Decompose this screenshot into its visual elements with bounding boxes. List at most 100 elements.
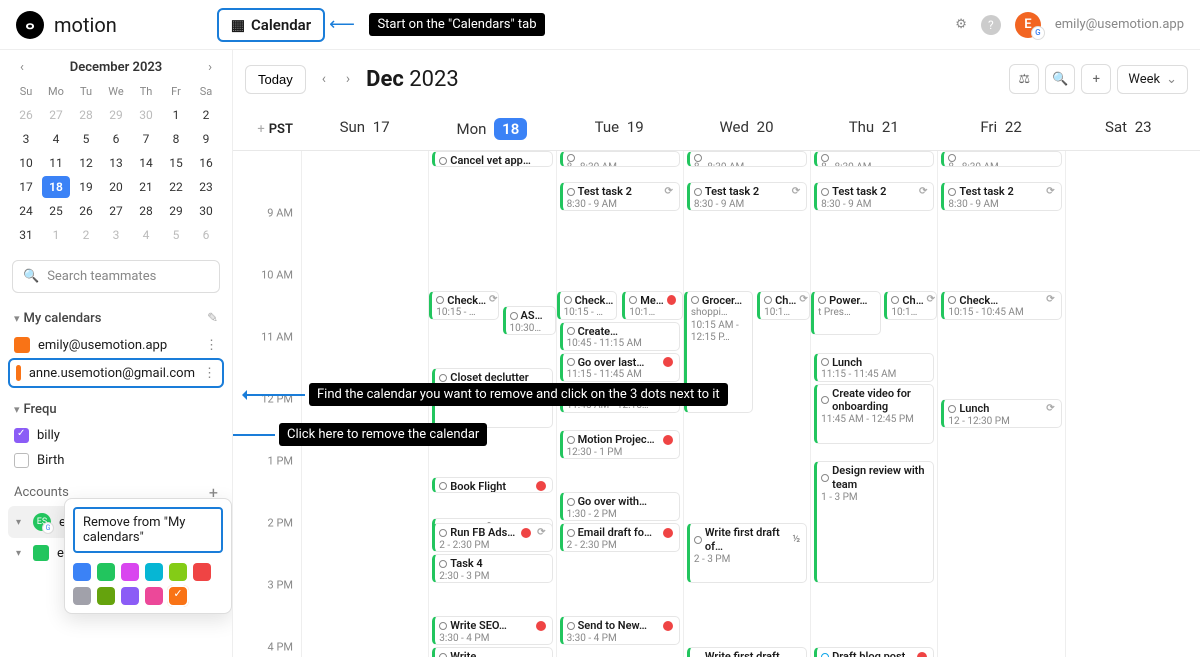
calendar-event[interactable]: Check…⟳10:15 - … (429, 291, 498, 320)
mini-cal-day[interactable]: 11 (42, 152, 70, 174)
calendar-menu-button[interactable]: ⋮ (205, 338, 218, 353)
calendar-event[interactable]: Test task 2⟳8:30 - 9 AM (814, 182, 934, 211)
color-swatch[interactable] (121, 563, 139, 581)
prev-week-button[interactable]: ‹ (318, 67, 330, 91)
view-selector[interactable]: Week ⌄ (1117, 65, 1188, 94)
help-icon[interactable]: ? (981, 15, 1001, 35)
next-week-button[interactable]: › (342, 67, 354, 91)
mini-cal-day[interactable]: 3 (12, 128, 40, 150)
mini-cal-day[interactable]: 24 (12, 200, 40, 222)
mini-cal-day[interactable]: 15 (162, 152, 190, 174)
mini-cal-day[interactable]: 31 (12, 224, 40, 246)
calendar-event[interactable]: Power…t Pres… (811, 291, 880, 336)
freq-item[interactable]: Birth (8, 448, 224, 473)
calendar-event[interactable]: Task 42:30 - 3 PM (432, 554, 552, 583)
filter-button[interactable]: ⚖ (1009, 64, 1039, 94)
section-frequently[interactable]: ▾Frequ (8, 396, 224, 423)
mini-cal-day[interactable]: 2 (72, 224, 100, 246)
calendar-row[interactable]: anne.usemotion@gmail.com⋮ (8, 358, 224, 388)
calendar-event[interactable]: AS…10:30… (503, 306, 556, 335)
search-button[interactable]: 🔍 (1045, 64, 1075, 94)
calendar-event[interactable]: Email draft fo…2 - 2:30 PM (560, 523, 680, 552)
calendar-event[interactable]: Send to New…3:30 - 4 PM (560, 616, 680, 645)
mini-cal-day[interactable]: 18 (42, 176, 70, 198)
mini-cal-day[interactable]: 5 (162, 224, 190, 246)
calendar-event[interactable]: Create video for onboarding11:45 AM - 12… (814, 384, 934, 444)
calendar-event[interactable]: Create…10:45 - 11:15 AM (560, 322, 680, 351)
color-swatch[interactable] (121, 587, 139, 605)
add-button[interactable]: + (1081, 64, 1111, 94)
mini-cal-day[interactable]: 10 (12, 152, 40, 174)
search-input[interactable]: 🔍 Search teammates (12, 260, 220, 293)
mini-cal-day[interactable]: 28 (72, 104, 100, 126)
mini-cal-day[interactable]: 30 (192, 200, 220, 222)
calendar-event[interactable]: Write SEO…3:30 - 4 PM (432, 616, 552, 645)
mini-cal-day[interactable]: 19 (72, 176, 100, 198)
mini-cal-day[interactable]: 3 (102, 224, 130, 246)
mini-cal-day[interactable]: 26 (12, 104, 40, 126)
mini-cal-day[interactable]: 22 (162, 176, 190, 198)
mini-cal-day[interactable]: 2 (192, 104, 220, 126)
gear-icon[interactable]: ⚙ (955, 17, 967, 32)
day-column[interactable]: 8 - 8:30 AM Test task 2⟳8:30 - 9 AM Power…… (810, 151, 937, 657)
calendar-event[interactable]: Motion Projec…12:30 - 1 PM (560, 430, 680, 459)
color-swatch[interactable] (169, 563, 187, 581)
mini-cal-day[interactable]: 1 (162, 104, 190, 126)
mini-cal-day[interactable]: 27 (42, 104, 70, 126)
color-swatch[interactable] (73, 563, 91, 581)
mini-cal-day[interactable]: 25 (42, 200, 70, 222)
calendar-event[interactable]: Write first draft of²⁄₂ (687, 647, 807, 657)
mini-cal-day[interactable]: 9 (192, 128, 220, 150)
mini-cal-prev[interactable]: ‹ (20, 60, 24, 75)
mini-cal-day[interactable]: 28 (132, 200, 160, 222)
calendar-event[interactable]: 8 - 8:30 AM (941, 151, 1061, 167)
calendar-event[interactable]: Test task 2⟳8:30 - 9 AM (560, 182, 680, 211)
freq-item[interactable]: billy (8, 423, 224, 448)
mini-cal-day[interactable]: 6 (192, 224, 220, 246)
calendar-event[interactable]: Write (432, 647, 552, 657)
mini-cal-day[interactable]: 7 (132, 128, 160, 150)
mini-cal-day[interactable]: 4 (42, 128, 70, 150)
calendar-event[interactable]: Test task 2⟳8:30 - 9 AM (687, 182, 807, 211)
calendar-event[interactable]: 8 - 8:30 AM (814, 151, 934, 167)
color-swatch[interactable] (193, 563, 211, 581)
mini-cal-day[interactable]: 17 (12, 176, 40, 198)
mini-cal-day[interactable]: 16 (192, 152, 220, 174)
remove-from-my-calendars[interactable]: Remove from "My calendars" (73, 507, 223, 553)
mini-cal-day[interactable]: 14 (132, 152, 160, 174)
color-swatch[interactable] (73, 587, 91, 605)
calendar-event[interactable]: Design review with team1 - 3 PM (814, 461, 934, 583)
calendar-event[interactable]: Cancel vet app… (432, 151, 552, 167)
mini-cal-day[interactable]: 29 (162, 200, 190, 222)
pencil-icon[interactable]: ✎ (207, 311, 218, 326)
mini-cal-day[interactable]: 4 (132, 224, 160, 246)
calendar-event[interactable]: Go over with…1:30 - 2 PM (560, 492, 680, 521)
calendar-event[interactable]: Go over last…11:15 - 11:45 AM (560, 353, 680, 382)
mini-cal-day[interactable]: 5 (72, 128, 100, 150)
checkbox[interactable] (14, 428, 29, 443)
calendar-event[interactable]: Check…10:15 - … (557, 291, 618, 320)
add-timezone-button[interactable]: + (257, 122, 264, 137)
calendar-event[interactable]: Ch…⟳10:1… (757, 291, 810, 320)
calendar-event[interactable]: Run FB Ads…⟳2 - 2:30 PM (432, 523, 552, 552)
section-my-calendars[interactable]: ▾My calendars ✎ (8, 305, 224, 332)
mini-cal-day[interactable]: 27 (102, 200, 130, 222)
day-column[interactable] (1065, 151, 1192, 657)
checkbox[interactable] (14, 453, 29, 468)
mini-cal-day[interactable]: 6 (102, 128, 130, 150)
calendar-event[interactable]: 8 - 8:30 AM (560, 151, 680, 167)
mini-cal-day[interactable]: 23 (192, 176, 220, 198)
calendar-event[interactable]: Lunch11:15 - 11:45 AM (814, 353, 934, 382)
calendar-event[interactable]: Write first draft of…½2 - 3 PM (687, 523, 807, 583)
calendar-event[interactable]: Book Flight1:15 - 1:15 PM (432, 477, 552, 493)
color-swatch[interactable]: ✓ (169, 587, 187, 605)
mini-cal-day[interactable]: 20 (102, 176, 130, 198)
color-swatch[interactable] (145, 587, 163, 605)
mini-cal-day[interactable]: 12 (72, 152, 100, 174)
calendar-event[interactable]: Draft blog post (814, 647, 934, 657)
mini-cal-day[interactable]: 29 (102, 104, 130, 126)
calendar-event[interactable]: Check…⟳10:15 - 10:45 AM (941, 291, 1061, 320)
color-swatch[interactable] (97, 587, 115, 605)
calendar-event[interactable]: 8 - 8:30 AM (687, 151, 807, 167)
color-swatch[interactable] (97, 563, 115, 581)
